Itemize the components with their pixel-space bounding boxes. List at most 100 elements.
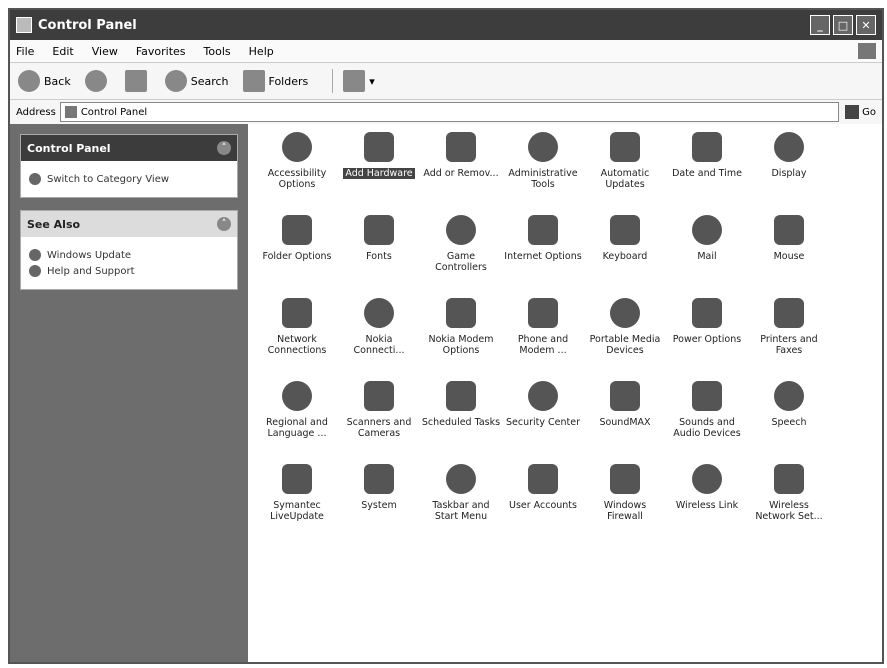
search-label: Search: [190, 74, 229, 88]
portable-media-devices-icon: [610, 298, 640, 328]
item-taskbar-and-start-menu[interactable]: Taskbar and Start Menu: [420, 464, 502, 547]
control-panel-panel-title: Control Panel: [27, 141, 111, 155]
forward-button[interactable]: [84, 70, 111, 92]
switch-to-category-view-label: Switch to Category View: [47, 173, 170, 185]
item-label: Speech: [771, 417, 807, 428]
up-button[interactable]: [124, 70, 151, 92]
menu-help[interactable]: Help: [249, 45, 274, 58]
control-panel-panel-header[interactable]: Control Panel ˄: [21, 135, 237, 161]
item-administrative-tools[interactable]: Administrative Tools: [502, 132, 584, 215]
item-mouse[interactable]: Mouse: [748, 215, 830, 298]
search-button[interactable]: Search: [164, 70, 229, 92]
item-label: Add Hardware: [343, 168, 415, 180]
item-sounds-and-audio-devices[interactable]: Sounds and Audio Devices: [666, 381, 748, 464]
wireless-network-set-icon: [774, 464, 804, 494]
item-speech[interactable]: Speech: [748, 381, 830, 464]
address-field[interactable]: Control Panel: [59, 102, 840, 122]
scheduled-tasks-icon: [446, 381, 476, 411]
menu-favorites[interactable]: Favorites: [136, 45, 186, 58]
item-scheduled-tasks[interactable]: Scheduled Tasks: [420, 381, 502, 464]
minimize-button[interactable]: _: [810, 15, 830, 35]
item-regional-and-language[interactable]: Regional and Language ...: [256, 381, 338, 464]
item-windows-firewall[interactable]: Windows Firewall: [584, 464, 666, 547]
item-keyboard[interactable]: Keyboard: [584, 215, 666, 298]
windows-update-link[interactable]: Windows Update: [29, 249, 229, 261]
fonts-icon: [364, 215, 394, 245]
item-add-or-remov[interactable]: Add or Remov...: [420, 132, 502, 215]
item-game-controllers[interactable]: Game Controllers: [420, 215, 502, 298]
help-and-support-link[interactable]: Help and Support: [29, 265, 229, 277]
collapse-chevron-icon[interactable]: ˄: [217, 141, 231, 155]
item-date-and-time[interactable]: Date and Time: [666, 132, 748, 215]
control-panel-small-icon: [64, 106, 77, 118]
item-wireless-network-set[interactable]: Wireless Network Set...: [748, 464, 830, 547]
item-soundmax[interactable]: SoundMAX: [584, 381, 666, 464]
item-symantec-liveupdate[interactable]: Symantec LiveUpdate: [256, 464, 338, 547]
go-button[interactable]: Go: [845, 105, 876, 119]
content-area: Control Panel ˄ Switch to Category View …: [10, 124, 882, 662]
add-hardware-icon: [364, 132, 394, 162]
item-add-hardware[interactable]: Add Hardware: [338, 132, 420, 215]
folders-icon: [242, 70, 265, 92]
item-power-options[interactable]: Power Options: [666, 298, 748, 381]
menu-tools[interactable]: Tools: [204, 45, 231, 58]
item-accessibility-options[interactable]: Accessibility Options: [256, 132, 338, 215]
see-also-header[interactable]: See Also ˄: [21, 211, 237, 237]
item-internet-options[interactable]: Internet Options: [502, 215, 584, 298]
menu-file[interactable]: File: [16, 45, 34, 58]
address-value: Control Panel: [80, 106, 148, 118]
item-network-connections[interactable]: Network Connections: [256, 298, 338, 381]
folder-options-icon: [282, 215, 312, 245]
item-folder-options[interactable]: Folder Options: [256, 215, 338, 298]
item-fonts[interactable]: Fonts: [338, 215, 420, 298]
item-label: SoundMAX: [599, 417, 651, 428]
switch-to-category-view-link[interactable]: Switch to Category View: [29, 173, 229, 185]
keyboard-icon: [610, 215, 640, 245]
accessibility-options-icon: [282, 132, 312, 162]
mouse-icon: [774, 215, 804, 245]
windows-update-icon: [29, 249, 41, 261]
see-also-title: See Also: [27, 217, 81, 231]
item-printers-and-faxes[interactable]: Printers and Faxes: [748, 298, 830, 381]
item-label: Nokia Modem Options: [428, 334, 494, 357]
menu-bar: File Edit View Favorites Tools Help: [10, 40, 882, 63]
item-portable-media-devices[interactable]: Portable Media Devices: [584, 298, 666, 381]
item-mail[interactable]: Mail: [666, 215, 748, 298]
back-button[interactable]: Back: [18, 70, 71, 92]
collapse-chevron-icon[interactable]: ˄: [217, 217, 231, 231]
internet-options-icon: [528, 215, 558, 245]
item-automatic-updates[interactable]: Automatic Updates: [584, 132, 666, 215]
sounds-and-audio-devices-icon: [692, 381, 722, 411]
item-scanners-and-cameras[interactable]: Scanners and Cameras: [338, 381, 420, 464]
item-wireless-link[interactable]: Wireless Link: [666, 464, 748, 547]
windows-firewall-icon: [610, 464, 640, 494]
item-security-center[interactable]: Security Center: [502, 381, 584, 464]
back-label: Back: [44, 74, 71, 88]
forward-arrow-icon: [84, 70, 107, 92]
item-label: Wireless Link: [675, 500, 739, 511]
maximize-button[interactable]: □: [833, 15, 853, 35]
item-label: Fonts: [366, 251, 392, 262]
views-button[interactable]: ▾: [343, 70, 375, 92]
item-label: Automatic Updates: [600, 168, 650, 191]
folders-button[interactable]: Folders: [242, 70, 308, 92]
wireless-link-icon: [692, 464, 722, 494]
go-label: Go: [862, 106, 876, 118]
close-button[interactable]: ✕: [856, 15, 876, 35]
menu-view[interactable]: View: [92, 45, 118, 58]
title-bar: Control Panel _ □ ✕: [10, 10, 882, 40]
item-user-accounts[interactable]: User Accounts: [502, 464, 584, 547]
power-options-icon: [692, 298, 722, 328]
speech-icon: [774, 381, 804, 411]
item-label: Game Controllers: [435, 251, 487, 274]
item-label: Display: [771, 168, 807, 179]
item-phone-and-modem[interactable]: Phone and Modem ...: [502, 298, 584, 381]
sidebar: Control Panel ˄ Switch to Category View …: [10, 124, 248, 662]
item-nokia-connecti[interactable]: Nokia Connecti...: [338, 298, 420, 381]
control-panel-items-grid: Accessibility Options Add Hardware Add or …: [256, 132, 830, 547]
menu-edit[interactable]: Edit: [52, 45, 73, 58]
item-display[interactable]: Display: [748, 132, 830, 215]
item-nokia-modem-options[interactable]: Nokia Modem Options: [420, 298, 502, 381]
item-system[interactable]: System: [338, 464, 420, 547]
address-label: Address: [16, 106, 56, 118]
